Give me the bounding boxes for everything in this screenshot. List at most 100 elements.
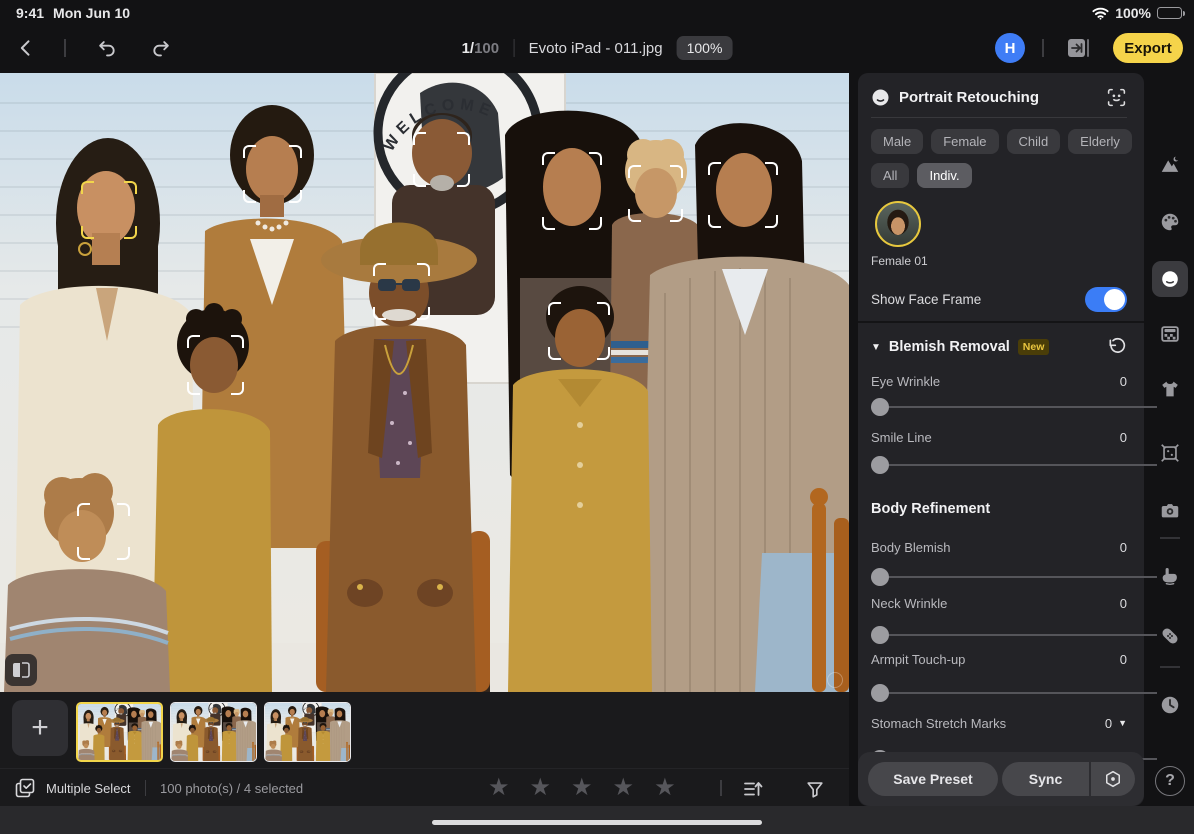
slider-value-dropdown[interactable]: 0▼ xyxy=(1105,716,1127,731)
tab-female[interactable]: Female xyxy=(931,129,998,154)
slider-thumb[interactable] xyxy=(871,568,889,586)
multiple-select-icon[interactable] xyxy=(14,777,36,799)
slider-track[interactable] xyxy=(871,464,1157,466)
slider-label: Neck Wrinkle xyxy=(871,596,947,611)
slider-value: 0 xyxy=(1120,540,1127,555)
star-icon[interactable]: ★ xyxy=(571,776,593,800)
add-photos-button[interactable]: + xyxy=(12,700,68,756)
face-frame[interactable] xyxy=(77,503,130,560)
filter-icon[interactable] xyxy=(802,776,828,802)
slider-thumb[interactable] xyxy=(871,456,889,474)
redo-button[interactable] xyxy=(147,34,175,62)
tab-child[interactable]: Child xyxy=(1007,129,1061,154)
account-avatar[interactable]: H xyxy=(995,33,1025,63)
slider-thumb[interactable] xyxy=(871,626,889,644)
slider-thumb[interactable] xyxy=(871,684,889,702)
clock: 9:41 xyxy=(16,5,44,21)
tab-elderly[interactable]: Elderly xyxy=(1068,129,1132,154)
panel-divider xyxy=(871,117,1127,118)
top-toolbar: 1/100 Evoto iPad - 011.jpg 100% H Export xyxy=(0,26,1194,70)
slider-thumb[interactable] xyxy=(871,398,889,416)
tab-all[interactable]: All xyxy=(871,163,909,188)
undo-button[interactable] xyxy=(93,34,121,62)
portrait-retouch-icon[interactable] xyxy=(1159,269,1181,291)
thumbnail-1[interactable] xyxy=(76,702,163,762)
star-icon[interactable]: ★ xyxy=(654,776,676,800)
slider-value: 0 xyxy=(1120,596,1127,611)
healing-icon[interactable] xyxy=(1159,625,1181,647)
face-frame[interactable] xyxy=(548,302,610,360)
star-icon[interactable]: ★ xyxy=(488,776,510,800)
sync-settings-button[interactable] xyxy=(1091,769,1136,789)
save-preset-button[interactable]: Save Preset xyxy=(868,762,998,796)
slider-label: Armpit Touch-up xyxy=(871,652,965,667)
compare-before-after-button[interactable] xyxy=(5,654,37,686)
portrait-retouching-panel: Portrait Retouching Male Female Child El… xyxy=(858,73,1144,806)
tab-individual[interactable]: Indiv. xyxy=(917,163,971,188)
crop-icon[interactable] xyxy=(1159,442,1181,464)
zoom-level-badge[interactable]: 100% xyxy=(677,36,733,60)
face-name-label: Female 01 xyxy=(871,254,1127,268)
date: Mon Jun 10 xyxy=(53,5,130,21)
sync-button[interactable]: Sync xyxy=(1002,771,1089,787)
camera-icon[interactable] xyxy=(1159,500,1181,522)
sort-icon[interactable] xyxy=(740,776,766,802)
scope-tabs: All Indiv. xyxy=(871,163,1127,188)
star-icon[interactable]: ★ xyxy=(530,776,552,800)
filmstrip: + xyxy=(0,692,849,768)
face-frame[interactable] xyxy=(542,152,602,230)
slider-track[interactable] xyxy=(871,692,1157,694)
dropdown-caret-icon: ▼ xyxy=(1118,718,1127,728)
slider-value: 0 xyxy=(1120,430,1127,445)
slider-value: 0 xyxy=(1120,652,1127,667)
slider-label: Smile Line xyxy=(871,430,932,445)
slider-value: 0 xyxy=(1120,374,1127,389)
face-frame[interactable] xyxy=(628,165,683,222)
manual-retouch-icon[interactable] xyxy=(1159,564,1181,586)
slider-track[interactable] xyxy=(871,634,1157,636)
reset-icon[interactable] xyxy=(1107,337,1127,357)
home-indicator[interactable] xyxy=(432,820,762,825)
wifi-icon xyxy=(1092,7,1109,20)
photo-count: 100 photo(s) / 4 selected xyxy=(160,781,303,796)
clothing-icon[interactable] xyxy=(1159,378,1181,400)
library-bottom-bar: Multiple Select 100 photo(s) / 4 selecte… xyxy=(0,768,849,806)
collapse-chevron-icon[interactable]: ▼ xyxy=(871,342,881,353)
history-icon[interactable] xyxy=(1159,694,1181,716)
new-badge: New xyxy=(1018,339,1050,355)
battery-icon xyxy=(1157,7,1182,19)
ai-photo-icon[interactable] xyxy=(1159,154,1181,176)
face-frame[interactable] xyxy=(81,181,137,239)
export-button[interactable]: Export xyxy=(1113,33,1183,63)
color-palette-icon[interactable] xyxy=(1159,211,1181,233)
evoto-app: 9:41 Mon Jun 10 100% 1/100 Evoto xyxy=(0,0,1194,834)
star-icon[interactable]: ★ xyxy=(613,776,635,800)
slider-track[interactable] xyxy=(871,576,1157,578)
thumbnail-2[interactable] xyxy=(170,702,257,762)
face-scan-icon[interactable] xyxy=(1106,87,1127,108)
face-frame[interactable] xyxy=(708,162,778,228)
export-panel-icon[interactable] xyxy=(1064,34,1092,62)
help-button[interactable]: ? xyxy=(1155,766,1185,796)
face-frame[interactable] xyxy=(413,132,470,187)
face-frame[interactable] xyxy=(373,263,430,320)
portrait-icon xyxy=(871,88,890,107)
photo-canvas[interactable]: WELCOME xyxy=(0,73,849,692)
face-frame[interactable] xyxy=(243,145,302,203)
show-face-frame-toggle[interactable] xyxy=(1085,287,1127,312)
back-button[interactable] xyxy=(12,34,40,62)
dock-strip xyxy=(0,806,1194,834)
toolbar-divider xyxy=(64,39,66,57)
face-frame[interactable] xyxy=(187,335,244,395)
face-thumbnail-female-01[interactable] xyxy=(875,201,921,247)
thumbnail-3[interactable] xyxy=(264,702,351,762)
slider-track[interactable] xyxy=(871,406,1157,408)
background-icon[interactable] xyxy=(1159,323,1181,345)
panel-footer: Save Preset Sync xyxy=(858,752,1144,806)
tools-rail xyxy=(1146,70,1194,780)
slider-label: Body Blemish xyxy=(871,540,950,555)
blemish-removal-title: Blemish Removal xyxy=(889,339,1010,355)
multiple-select-label[interactable]: Multiple Select xyxy=(46,781,131,796)
panel-title: Portrait Retouching xyxy=(899,89,1097,106)
tab-male[interactable]: Male xyxy=(871,129,923,154)
